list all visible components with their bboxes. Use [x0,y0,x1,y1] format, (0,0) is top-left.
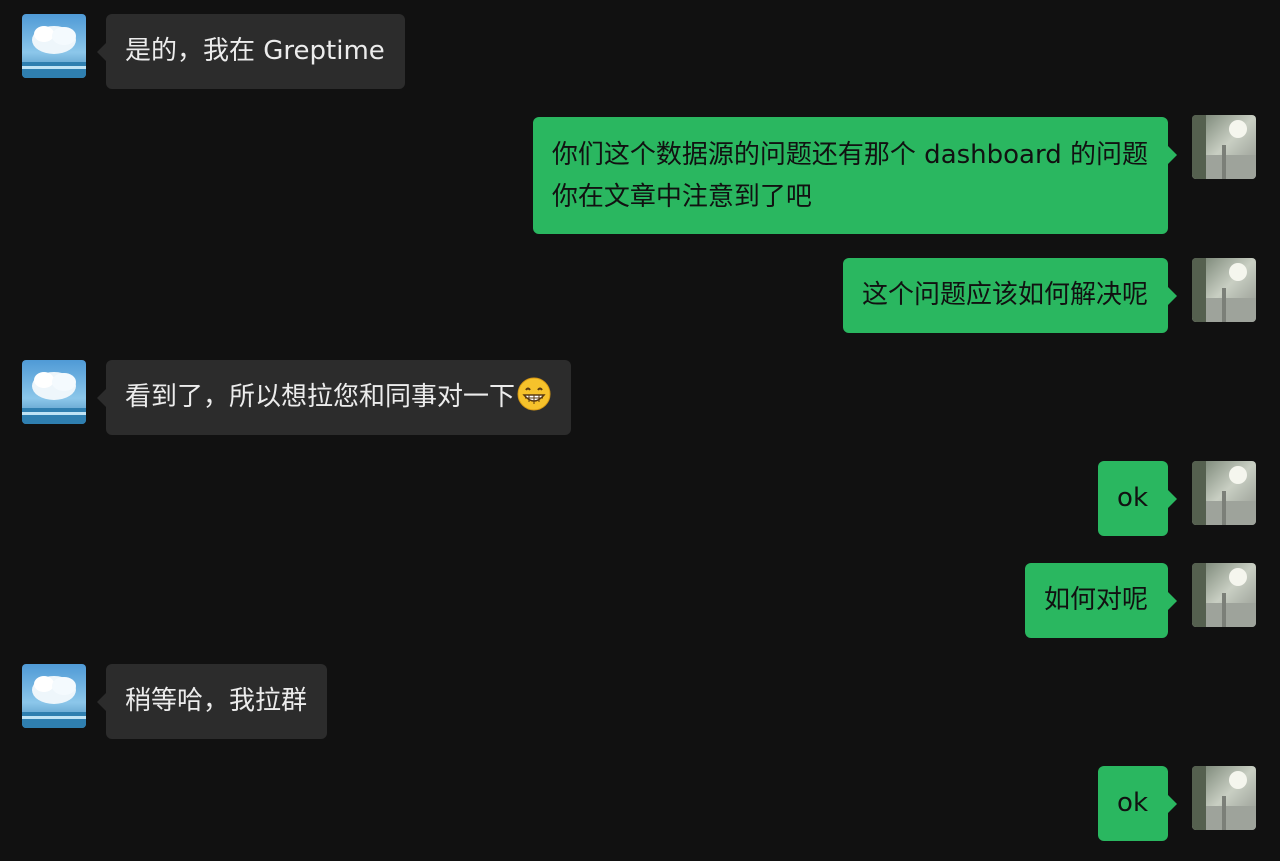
landscape-avatar-icon [22,360,86,424]
message-text: 看到了，所以想拉您和同事对一下 [125,382,516,412]
message-bubble[interactable]: 是的，我在 Greptime [97,14,405,89]
message-text-line: 你在文章中注意到了吧 [551,182,812,212]
landscape-avatar-icon [22,14,86,78]
message-bubble[interactable]: 你们这个数据源的问题还有那个 dashboard 的问题 你在文章中注意到了吧 [532,117,1178,234]
message-bubble[interactable]: ok [1098,461,1177,536]
message-text: 如何对呢 [1043,585,1148,615]
message-bubble[interactable]: ok [1098,766,1177,841]
contact-avatar[interactable] [22,360,86,424]
self-avatar[interactable] [1192,115,1256,179]
photo-avatar-icon [1192,766,1256,830]
message-text: 稍等哈，我拉群 [125,686,308,716]
self-avatar[interactable] [1192,461,1256,525]
photo-avatar-icon [1192,563,1256,627]
contact-avatar[interactable] [22,664,86,728]
message-text: ok [1117,788,1148,818]
message-text: ok [1117,483,1148,513]
message-text-line: 你们这个数据源的问题还有那个 dashboard 的问题 [551,140,1148,170]
contact-avatar[interactable] [22,14,86,78]
self-avatar[interactable] [1192,563,1256,627]
self-avatar[interactable] [1192,258,1256,322]
message-text: 是的，我在 Greptime [125,36,385,66]
message-bubble[interactable]: 看到了，所以想拉您和同事对一下 [96,360,572,435]
photo-avatar-icon [1192,258,1256,322]
message-text: 这个问题应该如何解决呢 [861,280,1148,310]
photo-avatar-icon [1192,115,1256,179]
landscape-avatar-icon [22,664,86,728]
self-avatar[interactable] [1192,766,1256,830]
photo-avatar-icon [1192,461,1256,525]
message-bubble[interactable]: 这个问题应该如何解决呢 [842,258,1178,333]
message-bubble[interactable]: 如何对呢 [1024,563,1178,638]
message-bubble[interactable]: 稍等哈，我拉群 [96,664,328,739]
grinning-face-icon [517,377,551,411]
